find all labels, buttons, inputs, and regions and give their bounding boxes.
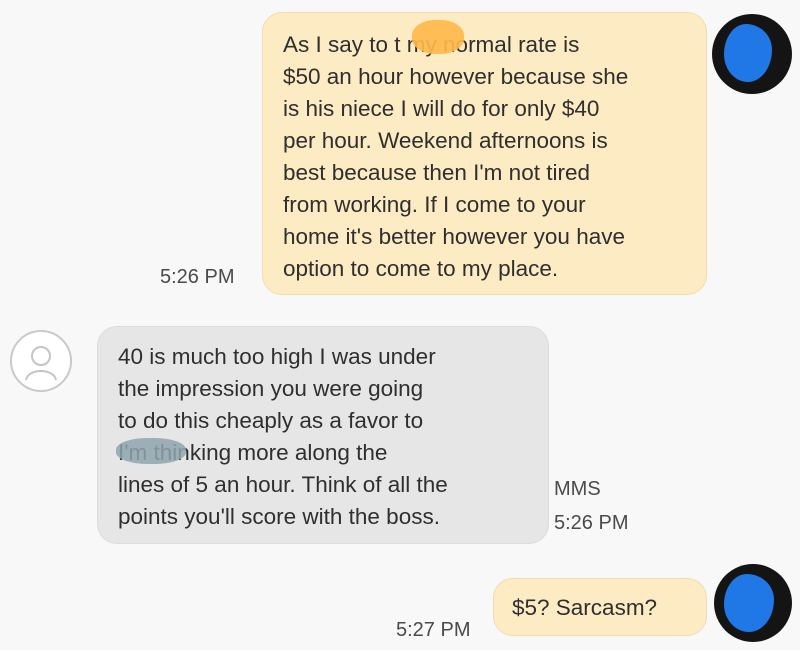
contact-avatar[interactable] <box>10 330 72 392</box>
message-line: $5? Sarcasm? <box>512 595 658 620</box>
user-avatar-icon[interactable] <box>714 564 792 642</box>
redacted-name <box>116 438 186 464</box>
message-line: 40 is much too high I was under <box>118 344 436 369</box>
message-line: from working. If I come to your <box>283 192 586 217</box>
message-line: the impression you were going <box>118 376 424 401</box>
message-line: As I say to t my normal rate is <box>283 32 580 57</box>
person-outline-icon <box>25 346 57 381</box>
message-line: best because then I'm not tired <box>283 160 590 185</box>
message-line: home it's better however you have <box>283 224 625 249</box>
conversation-view: As I say to t my normal rate is $50 an h… <box>0 0 800 650</box>
message-type-label: MMS <box>554 478 601 500</box>
message-line: option to come to my place. <box>283 256 559 281</box>
message-line: lines of 5 an hour. Think of all the <box>118 472 448 497</box>
message-bubble-outgoing[interactable]: As I say to t my normal rate is $50 an h… <box>262 12 707 295</box>
message-timestamp: 5:27 PM <box>396 619 471 641</box>
message-line: per hour. Weekend afternoons is <box>283 128 608 153</box>
message-timestamp: 5:26 PM <box>554 512 629 534</box>
user-avatar-icon[interactable] <box>712 14 792 94</box>
message-line: is his niece I will do for only $40 <box>283 96 600 121</box>
redacted-name <box>412 20 464 54</box>
message-line: $50 an hour however because she <box>283 64 629 89</box>
message-line: to do this cheaply as a favor to <box>118 408 424 433</box>
message-bubble-outgoing[interactable]: $5? Sarcasm? <box>493 578 707 636</box>
message-bubble-incoming[interactable]: 40 is much too high I was under the impr… <box>97 326 549 544</box>
message-line: points you'll score with the boss. <box>118 504 440 529</box>
message-timestamp: 5:26 PM <box>160 266 235 288</box>
